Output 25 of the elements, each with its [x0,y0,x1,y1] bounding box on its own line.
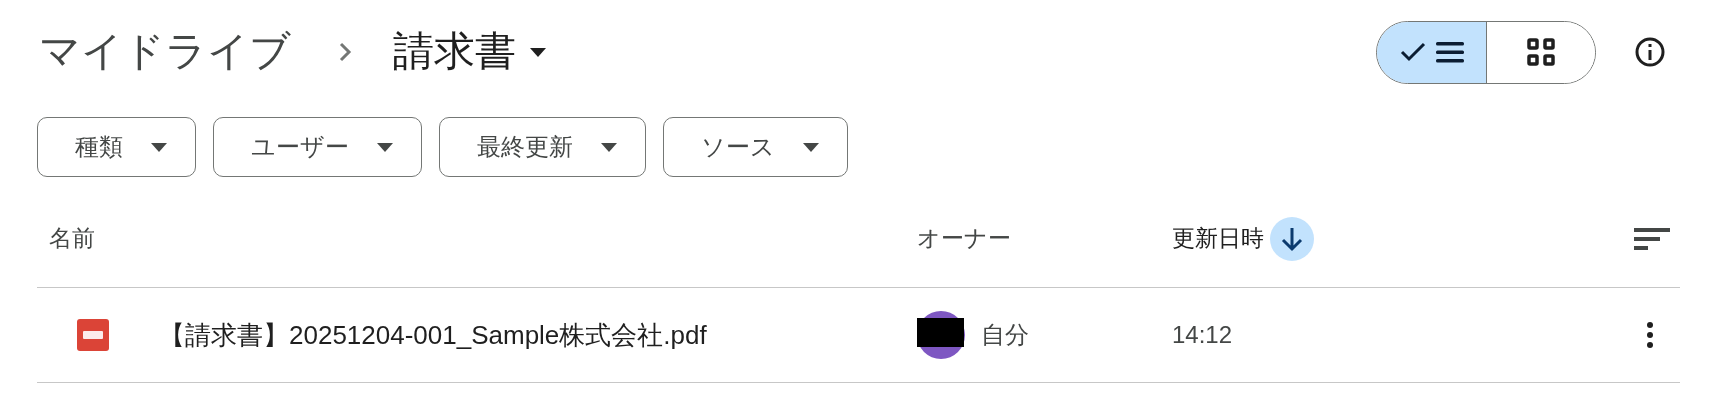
filter-chip[interactable]: ユーザー [213,117,422,177]
redacted-avatar-icon [917,311,965,359]
grid-view-button[interactable] [1486,21,1595,83]
folder-title-button[interactable]: 請求書 [393,21,546,83]
filter-chip[interactable]: 種類 [37,117,196,177]
list-view-button[interactable] [1377,21,1486,83]
column-header[interactable]: オーナー [917,221,1011,256]
sort-options-icon[interactable] [1634,225,1670,252]
grid-icon [1527,38,1555,66]
caret-icon [530,47,546,57]
column-header[interactable]: 名前 [49,221,95,256]
check-icon [1399,42,1426,62]
caret-icon [377,142,393,152]
caret-icon [601,142,617,152]
owner-name: 自分 [981,320,1029,350]
caret-icon [803,142,819,152]
list-icon [1435,40,1464,64]
breadcrumb-link[interactable]: マイドライブ [37,21,291,83]
filter-chip[interactable]: ソース [663,117,848,177]
file-name[interactable]: 【請求書】20251204-001_Sample株式会社.pdf [159,315,707,355]
pdf-file-icon [77,319,109,351]
modified-time: 14:12 [1172,321,1233,348]
caret-icon [151,142,167,152]
filter-chip[interactable]: 最終更新 [439,117,646,177]
column-header[interactable]: 更新日時 [1172,221,1264,256]
